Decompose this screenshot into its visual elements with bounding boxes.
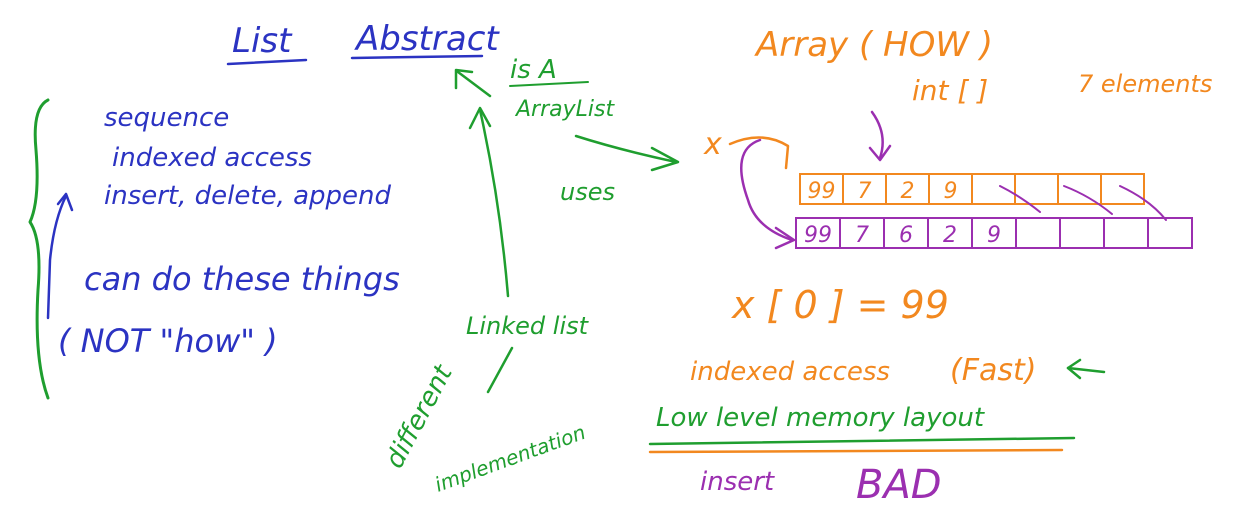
- arrow-arraylist-to-abstract: [456, 70, 492, 98]
- text-uses: uses: [560, 178, 615, 206]
- low-level-underline-green: [648, 436, 1076, 446]
- arrow-impl-to-linkedlist: [486, 346, 514, 394]
- purple-array-cell: 7: [855, 223, 869, 248]
- text-not-how: ( NOT "how" ): [58, 322, 278, 360]
- x-to-purple-array-arrow: [740, 138, 794, 242]
- orange-array-cell: 9: [944, 179, 958, 204]
- orange-array-cell: 7: [858, 179, 872, 204]
- text-different: different: [380, 360, 459, 474]
- left-up-arrow-shaft: [46, 194, 68, 320]
- text-implementation-group: implementation: [432, 420, 589, 497]
- text-implementation: implementation: [432, 420, 589, 497]
- text-can-do-these-things: can do these things: [84, 260, 400, 298]
- text-low-level-memory-layout: Low level memory layout: [656, 403, 985, 433]
- text-array-how: Array ( HOW ): [754, 25, 993, 65]
- purple-array-cell: 6: [899, 223, 913, 248]
- x-to-orange-array-arrow: [728, 136, 790, 170]
- arrow-arraylist-to-array: [574, 134, 678, 164]
- purple-array-cell: 9: [987, 223, 1001, 248]
- purple-array-cell: 2: [943, 223, 957, 248]
- left-brace: [28, 98, 50, 400]
- arrow-int-to-array-head: [868, 144, 892, 162]
- low-level-underline-orange: [648, 448, 1064, 454]
- orange-array-cell: 2: [901, 179, 915, 204]
- text-sequence: sequence: [104, 103, 229, 133]
- whiteboard-drawing: List Abstract sequence indexed access in…: [28, 19, 1212, 508]
- text-linked-list: Linked list: [466, 312, 590, 340]
- text-indexed-access-right: indexed access: [690, 357, 890, 387]
- text-x-index-expr: x [ 0 ] = 99: [731, 283, 949, 327]
- title-abstract: Abstract: [354, 19, 500, 59]
- whiteboard-canvas: List Abstract sequence indexed access in…: [0, 0, 1242, 524]
- orange-array-cell: 99: [808, 179, 836, 204]
- arrow-linkedlist-to-abstract: [478, 108, 510, 298]
- copy-arrow-2: [1063, 185, 1113, 215]
- text-int-decl: int [ ]: [912, 74, 988, 107]
- text-is-a: is A: [510, 55, 557, 85]
- purple-array-cell: 99: [804, 223, 832, 248]
- text-insert-delete-append: insert, delete, append: [104, 181, 392, 211]
- copy-arrow-1: [999, 185, 1041, 213]
- text-arraylist: ArrayList: [514, 97, 615, 122]
- text-insert: insert: [700, 467, 775, 497]
- purple-array: 99 7 6 2 9: [795, 217, 1193, 249]
- text-fast: (Fast): [950, 353, 1036, 388]
- text-indexed-access: indexed access: [112, 143, 312, 173]
- text-bad: BAD: [856, 462, 942, 508]
- title-list: List: [232, 21, 293, 61]
- text-x-label: x: [703, 127, 722, 162]
- text-seven-elements: 7 elements: [1078, 70, 1212, 98]
- text-different-group: different: [380, 360, 459, 474]
